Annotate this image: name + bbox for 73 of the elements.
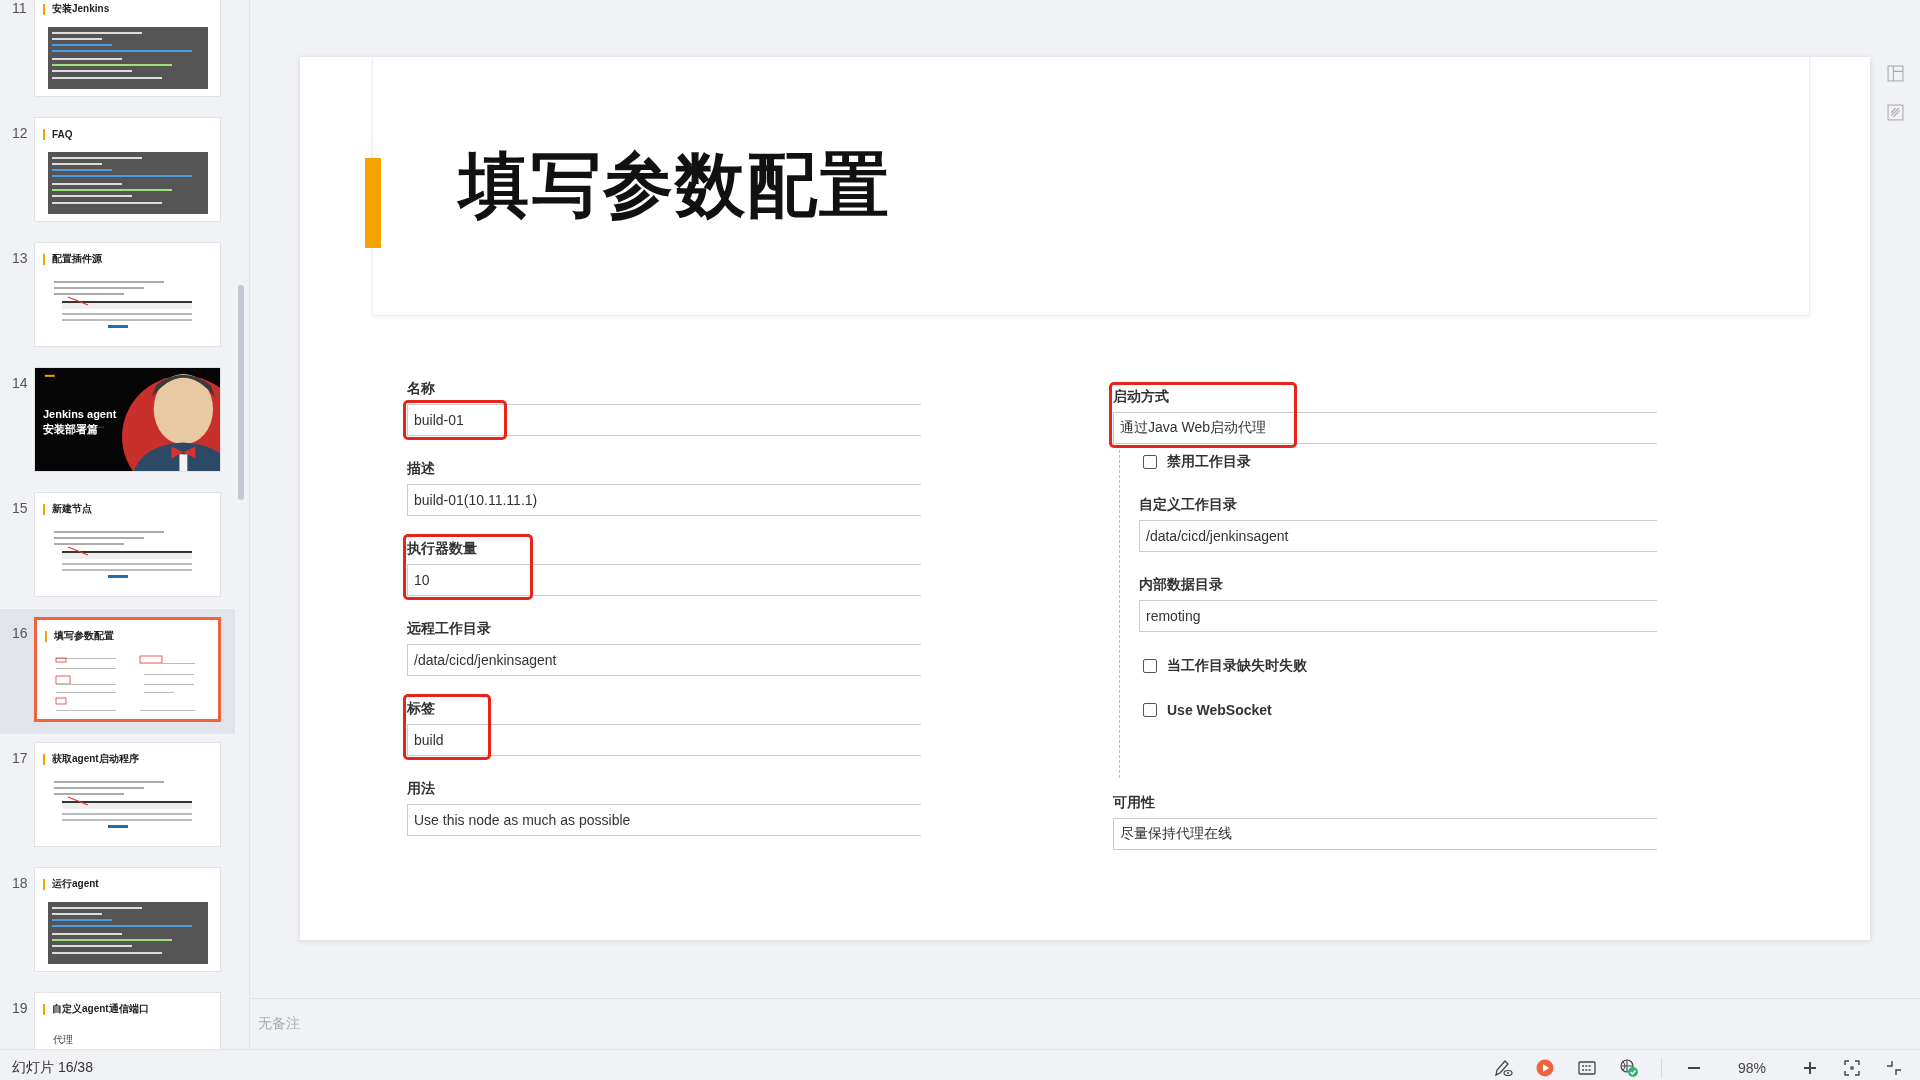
field-label: 启动方式 [1113,387,1170,406]
keyboard-icon[interactable] [1576,1058,1597,1078]
slide-number: 18 [11,874,29,891]
field-label: 远程工作目录 [407,619,492,638]
checkbox[interactable] [1143,703,1157,717]
globe-check-icon[interactable] [1618,1058,1639,1078]
input-field[interactable]: build-01(10.11.11.1) [407,484,921,516]
scrollbar[interactable] [238,285,244,500]
thumbnail-title: 填写参数配置 [54,629,114,643]
thumbnail-title: 自定义agent通信端口 [52,1002,149,1016]
slide-thumbnail[interactable]: 配置插件源 [34,242,221,347]
accent-bar [43,503,45,515]
accent-bar [43,128,45,140]
field-label: 可用性 [1113,793,1156,812]
slide-thumbnail[interactable]: FAQ [34,117,221,222]
slide-thumbnail[interactable]: 获取agent启动程序 [34,742,221,847]
checkbox[interactable] [1143,659,1157,673]
thumbnail-title: Jenkins agent [43,408,117,420]
slide-thumbnail[interactable]: 自定义agent通信端口 代理 [34,992,221,1049]
slide-number: 14 [11,374,29,391]
thumbnail-title: FAQ [52,128,73,140]
field-label: 自定义工作目录 [1139,495,1238,514]
thumbnail-title: 安装Jenkins [52,2,110,16]
slide-thumbnail[interactable]: 填写参数配置 [34,617,221,722]
accent-bar [43,3,45,15]
slide-number: 11 [11,0,28,16]
slide-number: 16 [11,624,29,641]
input-field[interactable]: build-01 [407,404,921,436]
slide-thumbnail[interactable]: Jenkins agent 安装部署篇 [34,367,221,472]
accent-bar [43,878,45,890]
thumbnail-text: 代理 [52,1033,74,1047]
input-field[interactable]: 通过Java Web启动代理 [1113,412,1657,444]
input-field[interactable]: remoting [1139,600,1657,632]
input-field[interactable]: /data/cicd/jenkinsagent [1139,520,1657,552]
checkbox-label: Use WebSocket [1167,702,1272,718]
slide-number: 12 [11,124,29,141]
input-field[interactable]: 尽量保持代理在线 [1113,818,1657,850]
slide-counter: 幻灯片 16/38 [12,1059,93,1077]
slide-title: 填写参数配置 [459,145,891,226]
slide-number: 15 [11,499,29,516]
checkbox-label: 当工作目录缺失时失败 [1167,657,1307,675]
collapse-icon[interactable] [1884,1058,1904,1078]
pen-eye-icon[interactable] [1492,1058,1513,1078]
field-label: 标签 [407,699,436,718]
checkbox[interactable] [1143,455,1157,469]
accent-bar [43,253,45,265]
play-icon[interactable] [1534,1058,1555,1078]
checkbox-label: 禁用工作目录 [1167,453,1251,471]
slide-thumbnail[interactable]: 安装Jenkins [34,0,221,97]
thumbnail-title: 配置插件源 [52,252,102,266]
accent-bar [45,630,47,642]
thumbnail-title: 运行agent [52,877,99,891]
slide-thumbnail[interactable]: 运行agent [34,867,221,972]
field-label: 描述 [407,459,436,478]
accent-bar [43,753,45,765]
accent-bar [43,1003,45,1015]
slide-number: 17 [11,749,29,766]
fit-to-window-icon[interactable] [1842,1058,1862,1078]
input-field[interactable]: Use this node as much as possible [407,804,921,836]
field-label: 执行器数量 [407,539,478,558]
field-label: 内部数据目录 [1139,575,1224,594]
input-field[interactable]: 10 [407,564,921,596]
slide-number: 13 [11,249,29,266]
thumbnail-subtitle: 安装部署篇 [43,422,99,437]
field-label: 名称 [407,379,436,398]
slide-thumbnail[interactable]: 新建节点 [34,492,221,597]
thumbnail-title: 获取agent启动程序 [52,752,139,766]
input-field[interactable]: build [407,724,921,756]
field-label: 用法 [407,779,436,798]
slide-number: 19 [11,999,29,1016]
zoom-level[interactable]: 98% [1725,1060,1778,1076]
input-field[interactable]: /data/cicd/jenkinsagent [407,644,921,676]
thumbnail-title: 新建节点 [52,502,92,516]
